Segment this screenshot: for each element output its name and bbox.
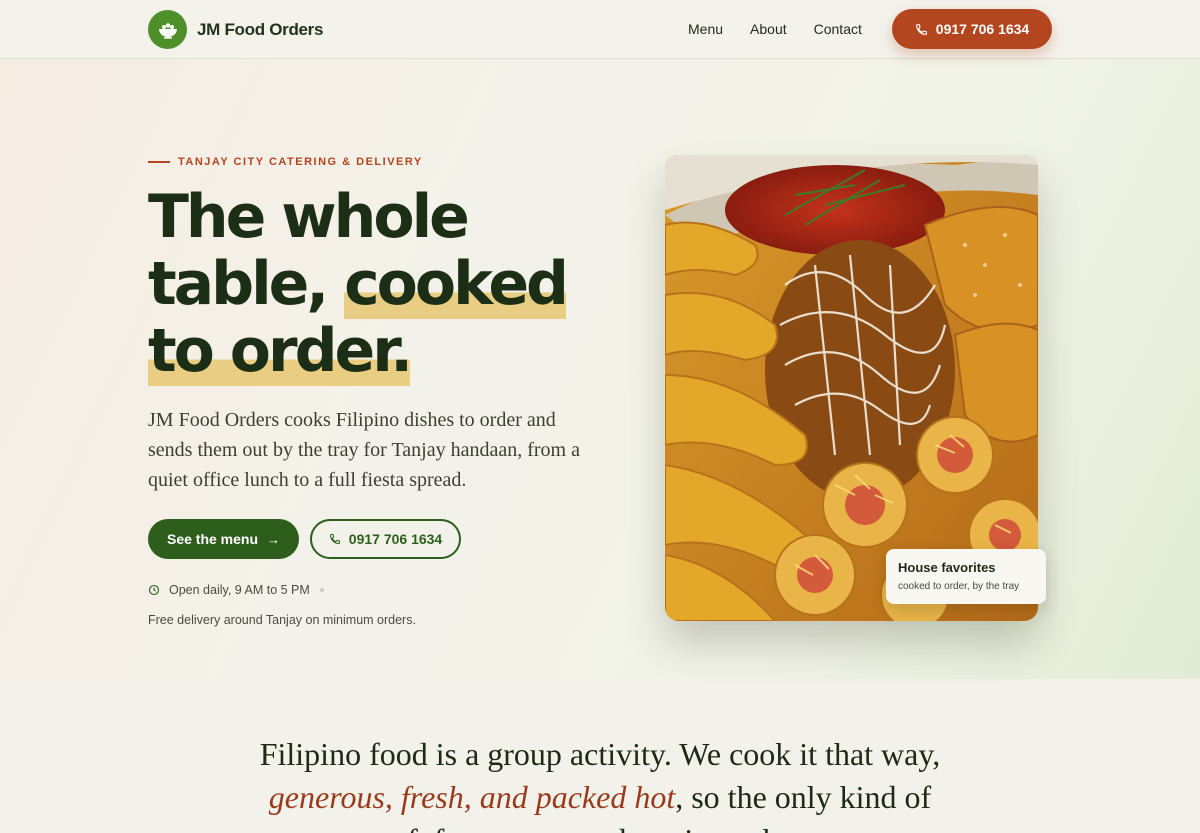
hero-headline: The whole table, cooked to order.	[148, 182, 608, 386]
hero-section: TANJAY CITY CATERING & DELIVERY The whol…	[0, 60, 1200, 679]
headline-line2a: table,	[148, 249, 345, 319]
hours-text: Open daily, 9 AM to 5 PM	[169, 583, 310, 597]
headline-highlight-cooked: cooked	[344, 249, 569, 319]
statement-emphasis: generous, fresh, and packed hot	[268, 779, 676, 815]
fav-card-subtitle: cooked to order, by the tray	[898, 581, 1020, 592]
brand-logo[interactable]: JM Food Orders	[148, 10, 323, 49]
headline-highlight-to-order: to order.	[148, 316, 413, 386]
hero-cta-row: See the menu → 0917 706 1634	[148, 519, 461, 559]
phone-icon	[329, 534, 340, 545]
eyebrow-rule	[148, 161, 170, 163]
fav-card-title: House favorites	[898, 560, 996, 575]
site-header: JM Food Orders Menu About Contact 0917 7…	[0, 0, 1200, 59]
see-menu-label: See the menu	[166, 531, 259, 547]
call-button-label: 0917 706 1634	[935, 21, 1030, 37]
see-menu-button[interactable]: See the menu →	[148, 519, 299, 559]
phone-outline-label: 0917 706 1634	[348, 531, 443, 547]
statement-before: Filipino food is a group activity. We co…	[259, 736, 941, 772]
house-favorites-card: House favorites cooked to order, by the …	[886, 549, 1046, 604]
arrow-right-icon: →	[267, 531, 281, 547]
nav-contact[interactable]: Contact	[814, 21, 862, 37]
hero-eyebrow: TANJAY CITY CATERING & DELIVERY	[148, 156, 423, 168]
delivery-note: Free delivery around Tanjay on minimum o…	[148, 613, 416, 627]
phone-icon	[915, 23, 927, 35]
hero-description: JM Food Orders cooks Filipino dishes to …	[148, 409, 580, 491]
bowl-icon	[148, 10, 187, 49]
nav-menu[interactable]: Menu	[688, 21, 723, 37]
opening-hours: Open daily, 9 AM to 5 PM	[148, 583, 324, 597]
call-button[interactable]: 0917 706 1634	[892, 9, 1052, 49]
brand-name: JM Food Orders	[197, 19, 324, 39]
eyebrow-text: TANJAY CITY CATERING & DELIVERY	[178, 156, 423, 168]
separator-dot	[319, 588, 324, 592]
main-nav: Menu About Contact	[688, 21, 889, 37]
intro-statement: Filipino food is a group activity. We co…	[250, 733, 950, 833]
clock-icon	[148, 584, 160, 596]
phone-outline-button[interactable]: 0917 706 1634	[310, 519, 461, 559]
nav-about[interactable]: About	[750, 21, 787, 37]
headline-line1: The whole	[148, 182, 470, 252]
